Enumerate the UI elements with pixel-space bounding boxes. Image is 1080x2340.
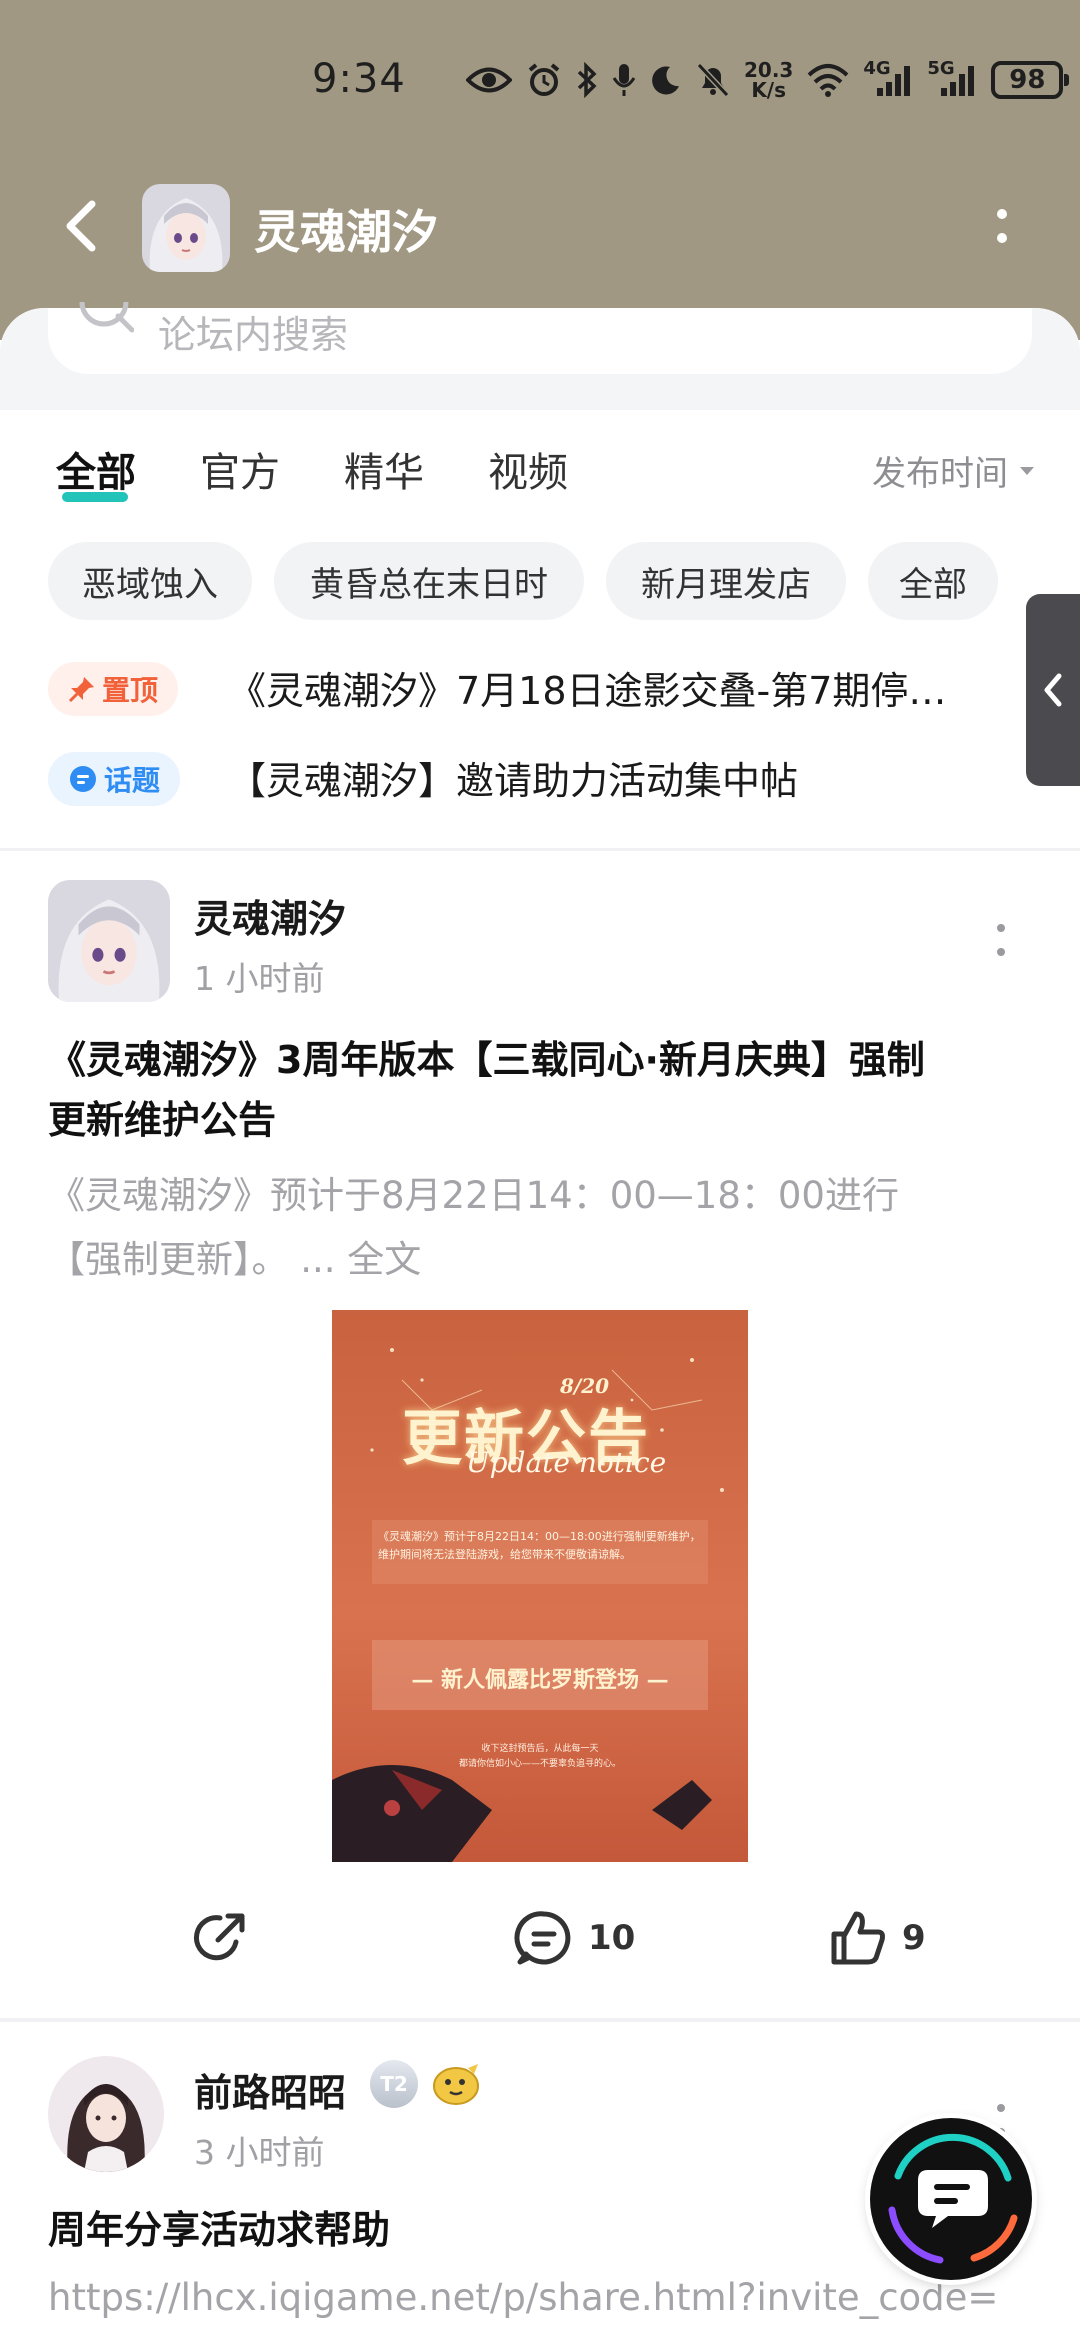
eye-icon bbox=[466, 58, 512, 102]
back-button[interactable] bbox=[52, 198, 108, 254]
poster-banner: — 新人佩露比罗斯登场 — bbox=[411, 1667, 669, 1693]
like-count: 9 bbox=[902, 1918, 926, 1958]
signal-5g-icon: 5G bbox=[927, 58, 977, 102]
more-vertical-icon bbox=[997, 924, 1005, 956]
comment-count: 10 bbox=[588, 1918, 636, 1958]
caret-down-icon bbox=[1020, 466, 1034, 475]
share-button[interactable] bbox=[190, 1906, 250, 1970]
chat-bubble-icon bbox=[70, 766, 96, 792]
search-placeholder: 论坛内搜索 bbox=[158, 313, 349, 357]
pin-badge: 置顶 bbox=[48, 662, 179, 716]
net-speed-value: 20.3 bbox=[744, 58, 794, 82]
post-summary-line2: 【强制更新】。 ... 全文 bbox=[48, 1228, 1038, 1292]
level-badge: T2 bbox=[370, 2060, 418, 2108]
chip-topic-1[interactable]: 恶域蚀入 bbox=[48, 542, 252, 620]
chip-topic-3[interactable]: 新月理发店 bbox=[606, 542, 846, 620]
like-button[interactable]: 9 bbox=[828, 1906, 926, 1970]
post-summary[interactable]: 《灵魂潮汐》预计于8月22日14：00—18：00进行 【强制更新】。 ... … bbox=[48, 1164, 1038, 1292]
read-full-link[interactable]: ... 全文 bbox=[300, 1238, 421, 1281]
pin-icon bbox=[68, 677, 94, 703]
mute-bell-icon bbox=[696, 58, 730, 102]
thumbs-up-icon bbox=[831, 1911, 885, 1965]
nav-bar: 灵魂潮汐 bbox=[0, 180, 1080, 272]
topic-badge: 话题 bbox=[48, 752, 181, 806]
poster-subtitle: Update notice bbox=[466, 1446, 667, 1479]
game-avatar[interactable] bbox=[142, 184, 230, 272]
active-tab-indicator bbox=[62, 492, 128, 502]
post-summary-line2-text: 【强制更新】。 bbox=[48, 1238, 289, 1281]
more-vertical-icon bbox=[997, 209, 1007, 243]
sort-dropdown[interactable]: 发布时间 bbox=[872, 446, 1036, 495]
post-link-text[interactable]: https://lhcx.iqigame.net/p/share.html?in… bbox=[48, 2276, 998, 2319]
post-author-avatar[interactable] bbox=[48, 2056, 164, 2172]
alarm-icon bbox=[526, 58, 562, 102]
pinned-notice-row[interactable]: 置顶 《灵魂潮汐》7月18日途影交叠-第7期停… bbox=[0, 658, 1080, 722]
post-title-line2: 更新维护公告 bbox=[48, 1098, 277, 1142]
filter-tabs: 全部 官方 精华 视频 发布时间 bbox=[0, 440, 1080, 510]
floating-chat-button[interactable] bbox=[870, 2118, 1032, 2280]
tab-featured[interactable]: 精华 bbox=[344, 440, 424, 498]
poster-caption-line1: 收下这封预告后，从此每一天 bbox=[481, 1744, 599, 1754]
page-title: 灵魂潮汐 bbox=[254, 205, 438, 259]
comment-icon bbox=[514, 1911, 571, 1965]
moon-icon bbox=[650, 58, 682, 102]
topic-notice-row[interactable]: 话题 【灵魂潮汐】邀请助力活动集中帖 bbox=[0, 748, 1080, 812]
battery-indicator: 98 bbox=[991, 61, 1070, 99]
post-more-button[interactable] bbox=[986, 910, 1016, 970]
tab-all[interactable]: 全部 bbox=[56, 440, 136, 498]
net2-label: 5G bbox=[927, 58, 955, 79]
chip-topic-2[interactable]: 黄昏总在末日时 bbox=[274, 542, 584, 620]
wifi-icon bbox=[807, 58, 849, 102]
comment-button[interactable]: 10 bbox=[514, 1906, 635, 1970]
status-icons: 20.3 K/s 4G 5G 98 bbox=[466, 58, 1070, 102]
status-time: 9:34 bbox=[312, 56, 406, 102]
mic-icon bbox=[612, 58, 636, 102]
emoji-badge-icon bbox=[430, 2060, 482, 2112]
share-icon bbox=[193, 1913, 245, 1961]
topic-badge-label: 话题 bbox=[104, 764, 161, 797]
tab-official[interactable]: 官方 bbox=[200, 440, 280, 498]
post-title[interactable]: 《灵魂潮汐》3周年版本【三载同心·新月庆典】强制 更新维护公告 bbox=[48, 1030, 1038, 1150]
sort-label: 发布时间 bbox=[872, 454, 1008, 494]
more-options-button[interactable] bbox=[980, 198, 1024, 254]
bluetooth-icon bbox=[576, 58, 598, 102]
post-title-line1: 《灵魂潮汐》3周年版本【三载同心·新月庆典】强制 bbox=[48, 1038, 925, 1082]
search-icon bbox=[78, 301, 135, 346]
status-bar: 9:34 20.3 K/s 4G 5G 98 bbox=[0, 48, 1080, 114]
net1-label: 4G bbox=[863, 58, 891, 79]
net-speed-unit: K/s bbox=[751, 78, 787, 102]
divider bbox=[0, 848, 1080, 851]
poster-caption-line2: 都请你信如小心——不要辜负追寻的心。 bbox=[458, 1759, 621, 1769]
post-timestamp: 3 小时前 bbox=[194, 2133, 325, 2172]
chip-all[interactable]: 全部 bbox=[868, 542, 998, 620]
tab-video[interactable]: 视频 bbox=[488, 440, 568, 498]
chevron-left-icon bbox=[66, 200, 96, 252]
poster-body: 《灵魂潮汐》预计于8月22日14：00—18:00进行强制更新维护，维护期间将无… bbox=[378, 1530, 701, 1561]
pin-badge-label: 置顶 bbox=[102, 674, 159, 707]
signal-4g-icon: 4G bbox=[863, 58, 913, 102]
post-summary-line1: 《灵魂潮汐》预计于8月22日14：00—18：00进行 bbox=[48, 1174, 899, 1217]
poster-caption: 收下这封预告后，从此每一天 都请你信如小心——不要辜负追寻的心。 bbox=[392, 1742, 688, 1772]
level-badge-label: T2 bbox=[380, 2072, 408, 2096]
post-author-avatar[interactable] bbox=[48, 880, 170, 1002]
post-author-name[interactable]: 前路昭昭 bbox=[194, 2062, 346, 2117]
post-author-name[interactable]: 灵魂潮汐 bbox=[194, 888, 346, 943]
net-speed: 20.3 K/s bbox=[744, 58, 793, 102]
pinned-notice-text: 《灵魂潮汐》7月18日途影交叠-第7期停… bbox=[228, 669, 947, 713]
post-timestamp: 1 小时前 bbox=[194, 959, 325, 998]
topic-notice-text: 【灵魂潮汐】邀请助力活动集中帖 bbox=[228, 759, 799, 803]
divider bbox=[0, 2018, 1080, 2022]
post-image[interactable]: 8/20 更新公告 Update notice 《灵魂潮汐》预计于8月22日14… bbox=[332, 1310, 748, 1862]
search-input[interactable]: 论坛内搜索 bbox=[48, 301, 1032, 374]
chat-icon bbox=[888, 2133, 1018, 2264]
